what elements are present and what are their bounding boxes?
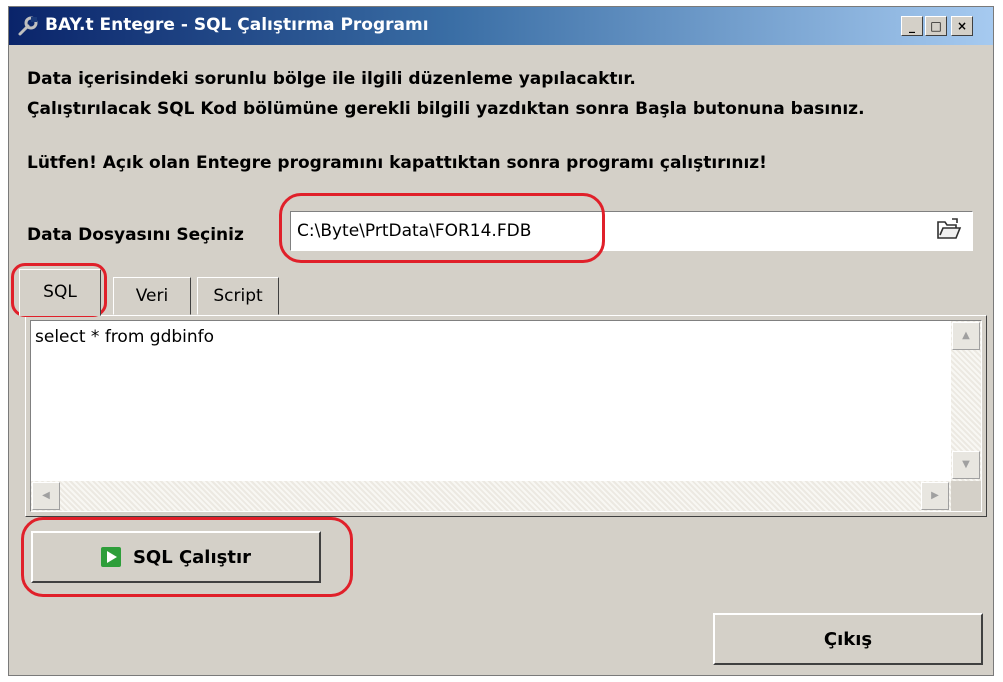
vertical-scrollbar[interactable]: ▲ ▼ bbox=[951, 321, 981, 481]
data-file-field bbox=[290, 211, 973, 251]
window-title: BAY.t Entegre - SQL Çalıştırma Programı bbox=[45, 15, 429, 35]
main-window: BAY.t Entegre - SQL Çalıştırma Programı … bbox=[8, 6, 994, 676]
wrench-icon bbox=[17, 15, 39, 37]
play-icon bbox=[100, 547, 121, 567]
title-bar[interactable]: BAY.t Entegre - SQL Çalıştırma Programı … bbox=[9, 7, 993, 45]
warning-line: Lütfen! Açık olan Entegre programını kap… bbox=[27, 153, 767, 173]
scroll-up-button[interactable]: ▲ bbox=[952, 322, 980, 350]
tab-sql[interactable]: SQL bbox=[19, 269, 101, 316]
sql-editor: select * from gdbinfo ▲ ▼ ◀ ▶ bbox=[30, 320, 982, 512]
tab-script[interactable]: Script bbox=[197, 277, 279, 315]
scroll-down-button[interactable]: ▼ bbox=[952, 451, 980, 479]
open-folder-icon bbox=[936, 217, 962, 245]
info-line-2: Çalıştırılacak SQL Kod bölümüne gerekli … bbox=[27, 99, 865, 119]
scroll-right-button[interactable]: ▶ bbox=[921, 482, 949, 510]
scrollbar-corner bbox=[951, 481, 981, 511]
exit-button[interactable]: Çıkış bbox=[713, 613, 983, 665]
minimize-button[interactable]: _ bbox=[901, 16, 923, 36]
maximize-button[interactable]: □ bbox=[925, 16, 947, 36]
horizontal-scrollbar[interactable]: ◀ ▶ bbox=[31, 481, 951, 511]
data-file-input[interactable] bbox=[297, 219, 927, 243]
run-sql-button[interactable]: SQL Çalıştır bbox=[31, 531, 321, 583]
tab-veri[interactable]: Veri bbox=[113, 277, 191, 315]
run-sql-label: SQL Çalıştır bbox=[132, 546, 252, 568]
data-file-label: Data Dosyasını Seçiniz bbox=[27, 225, 244, 245]
close-button[interactable]: × bbox=[951, 16, 973, 36]
info-line-1: Data içerisindeki sorunlu bölge ile ilgi… bbox=[27, 69, 636, 89]
sql-code-input[interactable]: select * from gdbinfo bbox=[35, 327, 935, 477]
sql-tab-panel: select * from gdbinfo ▲ ▼ ◀ ▶ bbox=[25, 315, 987, 517]
browse-button[interactable] bbox=[931, 215, 967, 247]
scroll-left-button[interactable]: ◀ bbox=[32, 482, 60, 510]
